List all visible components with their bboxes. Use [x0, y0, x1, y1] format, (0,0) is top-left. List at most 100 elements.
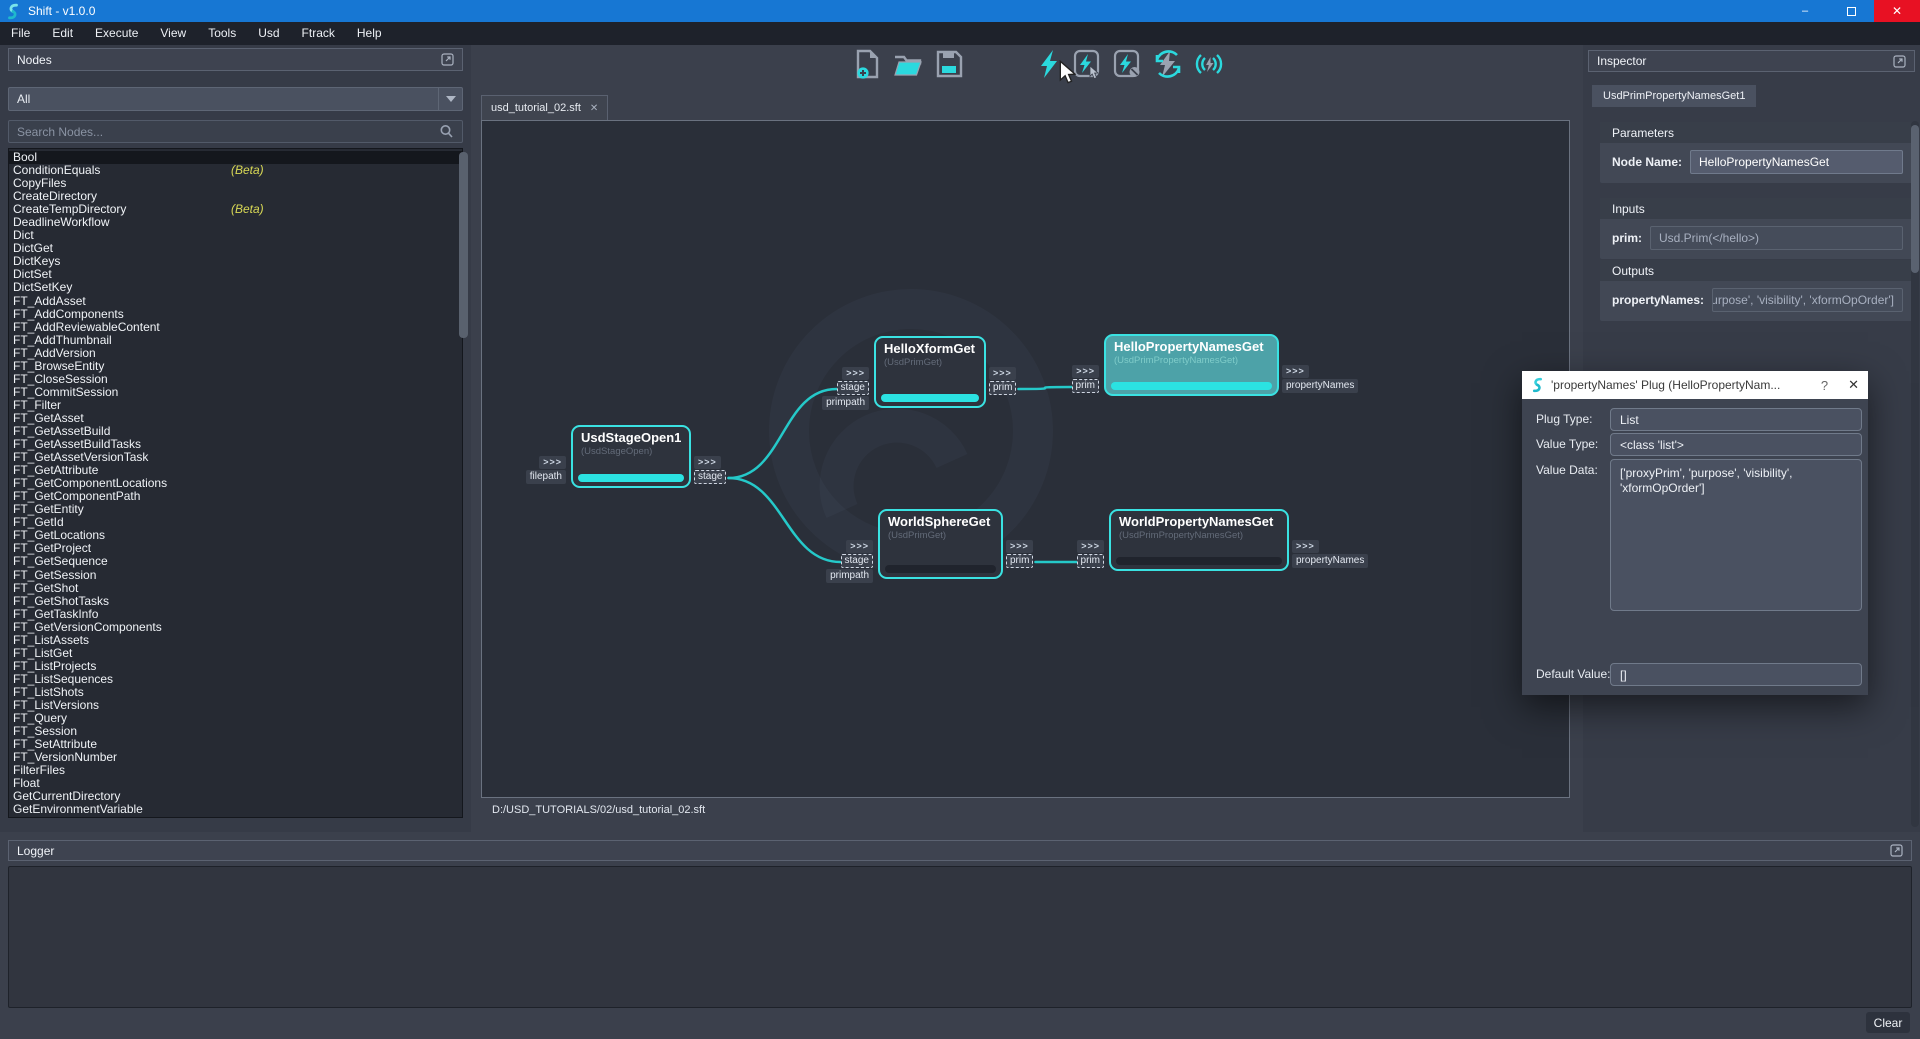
parameters-group: Parameters Node Name: HelloPropertyNames…: [1600, 122, 1913, 183]
node-list-item[interactable]: FilterFiles: [9, 764, 462, 777]
close-button[interactable]: ✕: [1874, 0, 1920, 22]
node-list-item[interactable]: FT_VersionNumber: [9, 751, 462, 764]
node-list-item[interactable]: DictGet: [9, 242, 462, 255]
prim-input-field[interactable]: Usd.Prim(</hello>): [1650, 226, 1903, 250]
plug-dialog-titlebar[interactable]: 'propertyNames' Plug (HelloPropertyNam..…: [1522, 371, 1868, 399]
document-tab[interactable]: usd_tutorial_02.sft ✕: [481, 95, 608, 120]
execute-graph-icon[interactable]: [1037, 49, 1061, 79]
open-graph-icon[interactable]: [893, 49, 923, 79]
search-input[interactable]: Search Nodes...: [8, 120, 463, 143]
title-bar: Shift - v1.0.0 – ✕: [0, 0, 1920, 22]
node-list-item-label: FT_GetLocations: [13, 528, 105, 542]
tab-close-icon[interactable]: ✕: [590, 103, 598, 114]
node-list-item[interactable]: FT_CommitSession: [9, 386, 462, 399]
node-list-item-label: FT_GetId: [13, 515, 64, 529]
node-list-item[interactable]: DeadlineWorkflow: [9, 216, 462, 229]
clear-log-button[interactable]: Clear: [1866, 1012, 1910, 1033]
connection-wire[interactable]: [728, 389, 836, 478]
node-list-item-label: FT_AddThumbnail: [13, 333, 112, 347]
output-ports: >>>propertyNames: [1292, 540, 1368, 568]
node-list-item[interactable]: FT_ListVersions: [9, 699, 462, 712]
node-list-scrollbar[interactable]: [459, 152, 468, 338]
popout-icon[interactable]: [1893, 55, 1906, 68]
port-filepath[interactable]: filepath: [526, 470, 566, 484]
node-name-label: Node Name:: [1612, 155, 1682, 169]
search-placeholder: Search Nodes...: [17, 125, 103, 139]
node-list-item-label: FT_GetTaskInfo: [13, 607, 98, 621]
node-list-item-label: FT_ListGet: [13, 646, 72, 660]
new-graph-icon[interactable]: [853, 49, 881, 79]
port-prim[interactable]: prim: [1077, 554, 1104, 568]
node-list-item[interactable]: FT_GetEntity: [9, 503, 462, 516]
node-list-item[interactable]: GetEnvironmentVariable: [9, 803, 462, 816]
port-flow-icon: >>>: [1006, 540, 1033, 553]
graph-node-HelloPropertyNamesGet[interactable]: HelloPropertyNamesGet(UsdPrimPropertyNam…: [1104, 334, 1279, 396]
node-list-item[interactable]: ConditionEquals(Beta): [9, 164, 462, 177]
live-execution-icon[interactable]: [1195, 49, 1223, 79]
node-list-item-label: FT_GetSession: [13, 568, 96, 582]
node-list-item-label: FT_AddVersion: [13, 346, 96, 360]
graph-node-HelloXformGet[interactable]: HelloXformGet(UsdPrimGet): [874, 336, 986, 408]
port-primpath[interactable]: primpath: [822, 396, 869, 410]
menu-execute[interactable]: Execute: [84, 22, 149, 45]
value-type-field[interactable]: <class 'list'>: [1610, 433, 1862, 456]
popout-icon[interactable]: [441, 53, 454, 66]
maximize-button[interactable]: [1828, 0, 1874, 22]
port-stage[interactable]: stage: [694, 470, 726, 484]
inspected-node-tab[interactable]: UsdPrimPropertyNamesGet1: [1592, 85, 1756, 107]
node-list-item-label: FT_Session: [13, 724, 77, 738]
node-list-item-label: FT_ListProjects: [13, 659, 96, 673]
node-list-item[interactable]: Dict: [9, 229, 462, 242]
port-prim[interactable]: prim: [989, 381, 1016, 395]
plug-type-field[interactable]: List: [1610, 408, 1862, 431]
minimize-button[interactable]: –: [1782, 0, 1828, 22]
execute-selected-icon[interactable]: [1073, 49, 1101, 79]
connection-wire[interactable]: [1018, 387, 1071, 389]
menu-tools[interactable]: Tools: [197, 22, 247, 45]
node-list-item[interactable]: DictSet: [9, 268, 462, 281]
property-names-output-label: propertyNames:: [1612, 293, 1704, 307]
port-stage[interactable]: stage: [837, 381, 869, 395]
menu-edit[interactable]: Edit: [41, 22, 84, 45]
node-list-item[interactable]: DictKeys: [9, 255, 462, 268]
port-prim[interactable]: prim: [1072, 379, 1099, 393]
menu-file[interactable]: File: [0, 22, 41, 45]
inputs-group: Inputs prim: Usd.Prim(</hello>): [1600, 198, 1913, 259]
property-names-output-field[interactable]: ['proxyPrim', 'purpose', 'visibility', '…: [1712, 288, 1903, 312]
port-propertyNames[interactable]: propertyNames: [1292, 554, 1368, 568]
dialog-close-icon[interactable]: ✕: [1848, 377, 1859, 393]
graph-node-status-bar: [1116, 557, 1282, 565]
port-primpath[interactable]: primpath: [826, 569, 873, 583]
node-list-item-label: Float: [13, 776, 40, 790]
default-value-field[interactable]: []: [1610, 663, 1862, 686]
outputs-group-title: Outputs: [1600, 260, 1913, 281]
inspector-scrollbar-thumb[interactable]: [1911, 125, 1919, 273]
menu-view[interactable]: View: [149, 22, 197, 45]
node-name-field[interactable]: HelloPropertyNamesGet: [1690, 150, 1903, 174]
input-ports: >>>stageprimpath: [822, 367, 869, 410]
menu-usd[interactable]: Usd: [247, 22, 290, 45]
inspector-header: Inspector: [1588, 50, 1915, 72]
help-icon[interactable]: ?: [1821, 378, 1828, 393]
graph-canvas[interactable]: UsdStageOpen1(UsdStageOpen) >>> filepath >>…: [481, 120, 1570, 798]
graph-node-WorldSphereGet[interactable]: WorldSphereGet(UsdPrimGet): [878, 509, 1003, 579]
re-execute-icon[interactable]: [1153, 49, 1183, 79]
port-prim[interactable]: prim: [1006, 554, 1033, 568]
port-propertyNames[interactable]: propertyNames: [1282, 379, 1358, 393]
execute-cancel-icon[interactable]: [1113, 49, 1141, 79]
popout-icon[interactable]: [1890, 844, 1903, 857]
port-stage[interactable]: stage: [841, 554, 873, 568]
graph-node-UsdStageOpen1[interactable]: UsdStageOpen1(UsdStageOpen): [571, 425, 691, 488]
menu-help[interactable]: Help: [346, 22, 393, 45]
node-list-item-label: FT_CommitSession: [13, 385, 118, 399]
input-ports: >>>stageprimpath: [826, 540, 873, 583]
value-data-field[interactable]: ['proxyPrim', 'purpose', 'visibility', '…: [1610, 459, 1862, 611]
menu-ftrack[interactable]: Ftrack: [291, 22, 346, 45]
node-list-item-label: FT_GetShot: [13, 581, 78, 595]
connection-wire[interactable]: [728, 478, 840, 562]
node-list-item[interactable]: FT_ListAssets: [9, 634, 462, 647]
graph-node-type: (UsdPrimPropertyNamesGet): [1106, 354, 1277, 366]
node-filter-dropdown[interactable]: All: [8, 87, 463, 111]
save-graph-icon[interactable]: [935, 49, 963, 79]
graph-node-WorldPropertyNamesGet[interactable]: WorldPropertyNamesGet(UsdPrimPropertyNam…: [1109, 509, 1289, 571]
